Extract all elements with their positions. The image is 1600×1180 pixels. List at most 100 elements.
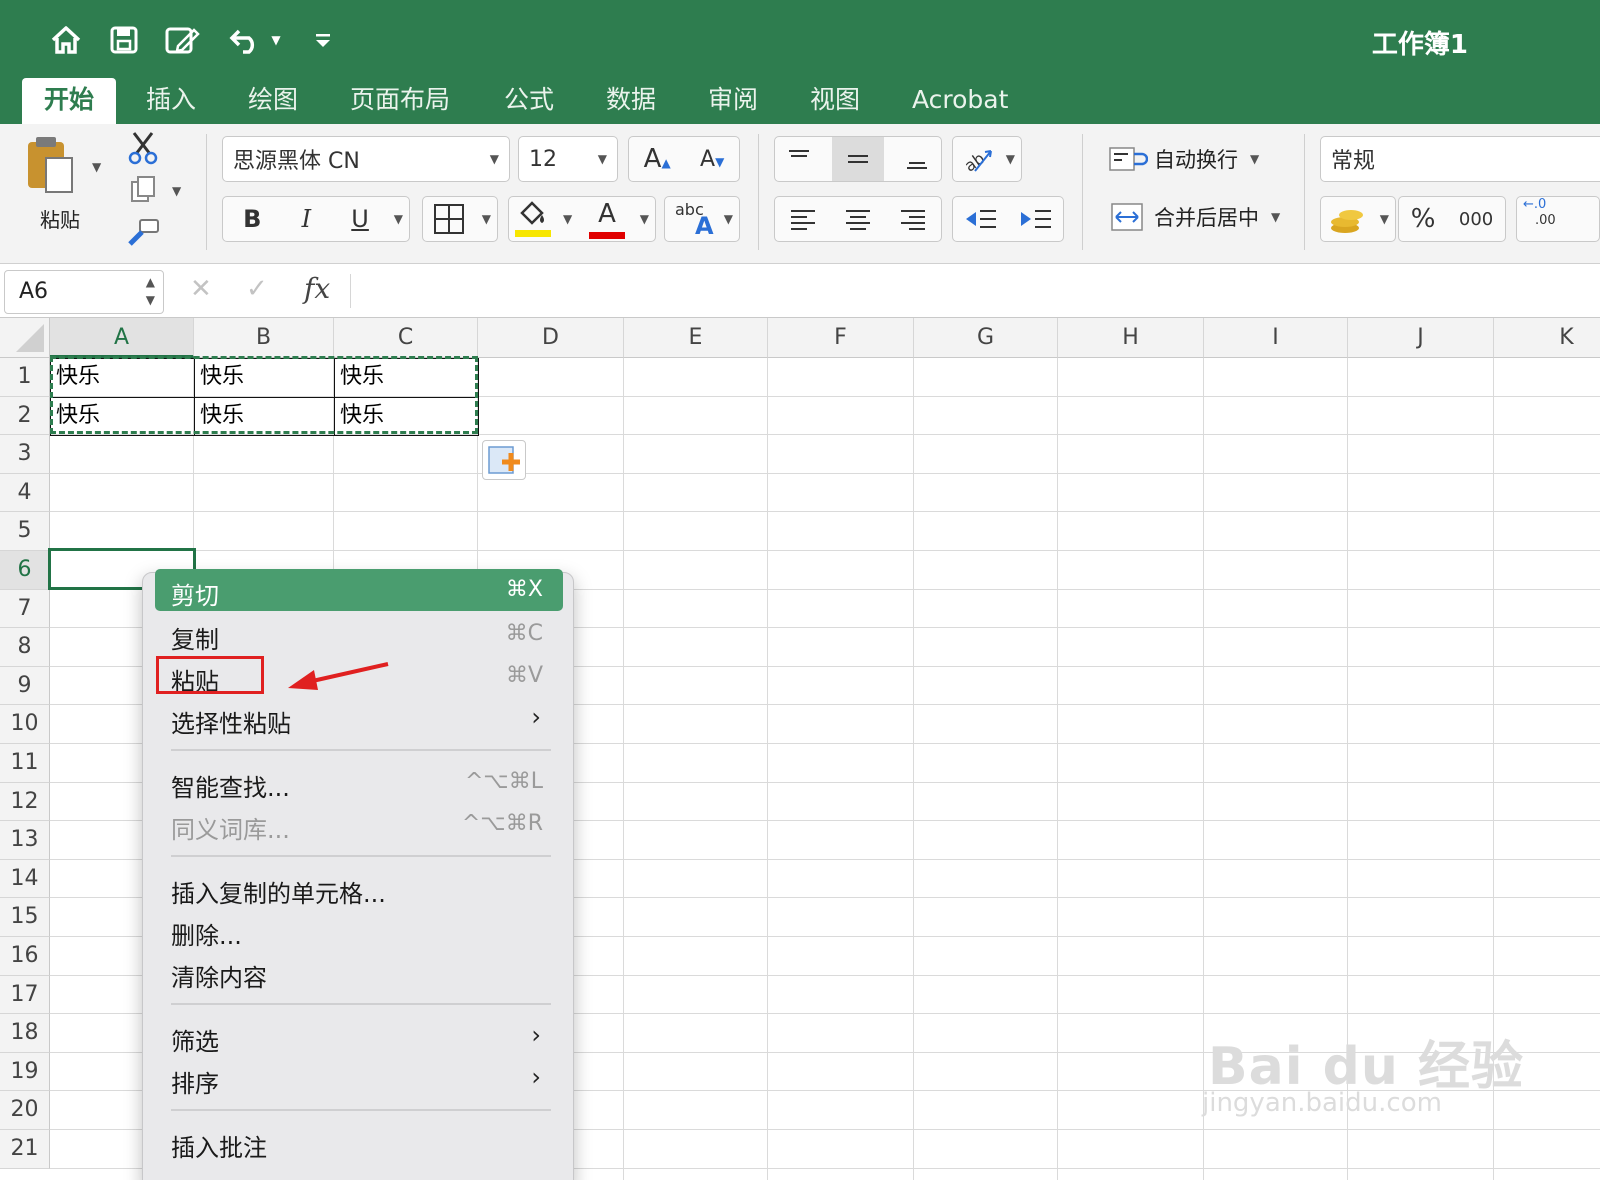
column-header-j[interactable]: J	[1348, 318, 1494, 358]
row-header-12[interactable]: 12	[0, 782, 50, 822]
tab-view[interactable]: 视图	[788, 78, 882, 124]
row-header-13[interactable]: 13	[0, 821, 50, 860]
column-header-f[interactable]: F	[768, 318, 914, 358]
menu-item-delete[interactable]: 删除...	[155, 909, 563, 951]
row-header-9[interactable]: 9	[0, 666, 50, 706]
home-icon[interactable]	[48, 22, 84, 58]
undo-dropdown-icon[interactable]: ▼	[266, 22, 286, 58]
menu-item-paste-special[interactable]: 选择性粘贴 ›	[155, 697, 563, 739]
column-header-b[interactable]: B	[194, 318, 334, 358]
function-icon[interactable]: fx	[304, 272, 330, 305]
align-right-icon[interactable]	[899, 208, 927, 230]
percent-button[interactable]: %	[1411, 204, 1436, 234]
font-name-select[interactable]: 思源黑体 CN ▼	[222, 136, 510, 182]
menu-item-copy[interactable]: 复制 ⌘C	[155, 613, 563, 655]
tab-insert[interactable]: 插入	[124, 78, 218, 124]
select-all-corner[interactable]	[0, 318, 50, 358]
column-header-e[interactable]: E	[624, 318, 768, 358]
decrease-indent-icon[interactable]	[964, 207, 998, 231]
underline-button[interactable]: U	[351, 205, 369, 233]
menu-item-thesaurus[interactable]: 同义词库... ^⌥⌘R	[155, 803, 563, 845]
row-header-3[interactable]: 3	[0, 435, 50, 474]
tab-data[interactable]: 数据	[584, 78, 678, 124]
menu-item-smart-lookup[interactable]: 智能查找... ^⌥⌘L	[155, 761, 563, 803]
orientation-dropdown-icon[interactable]: ▼	[1006, 152, 1015, 166]
row-header-5[interactable]: 5	[0, 512, 50, 551]
paste-options-button[interactable]	[482, 440, 526, 480]
menu-item-sort[interactable]: 排序 ›	[155, 1057, 563, 1099]
row-header-20[interactable]: 20	[0, 1091, 50, 1130]
column-header-i[interactable]: I	[1204, 318, 1348, 358]
text-effects-button[interactable]: abc A ▼	[664, 196, 740, 242]
tab-home[interactable]: 开始	[22, 78, 117, 124]
copy-dropdown-icon[interactable]: ▼	[172, 184, 181, 198]
orientation-button[interactable]: ab ▼	[952, 136, 1022, 182]
borders-dropdown-icon[interactable]: ▼	[482, 212, 491, 226]
tab-review[interactable]: 审阅	[686, 78, 780, 124]
shrink-font-button[interactable]: A▼	[700, 147, 724, 172]
tab-draw[interactable]: 绘图	[226, 78, 320, 124]
undo-icon[interactable]	[226, 22, 266, 58]
row-header-16[interactable]: 16	[0, 937, 50, 976]
tab-acrobat[interactable]: Acrobat	[890, 78, 1030, 124]
text-effects-dropdown-icon[interactable]: ▼	[724, 212, 733, 226]
bold-button[interactable]: B	[243, 205, 261, 233]
accounting-dropdown-icon[interactable]: ▼	[1380, 212, 1389, 226]
column-header-k[interactable]: K	[1494, 318, 1600, 358]
align-left-icon[interactable]	[789, 208, 817, 230]
align-center-icon[interactable]	[844, 208, 872, 230]
wrap-text-button[interactable]: 自动换行 ▼	[1108, 144, 1259, 174]
name-box-stepper-icon[interactable]: ▲ ▼	[146, 273, 155, 309]
row-header-10[interactable]: 10	[0, 705, 50, 744]
row-header-11[interactable]: 11	[0, 744, 50, 783]
cancel-icon[interactable]: ✕	[190, 274, 212, 304]
row-header-21[interactable]: 21	[0, 1130, 50, 1169]
menu-item-insert-comment[interactable]: 插入批注	[155, 1121, 563, 1163]
formula-input[interactable]	[360, 272, 1580, 310]
row-header-8[interactable]: 8	[0, 628, 50, 667]
italic-button[interactable]: I	[302, 205, 311, 233]
align-top-icon[interactable]	[785, 147, 813, 171]
fill-color-button[interactable]	[513, 199, 553, 239]
customize-toolbar-icon[interactable]	[308, 22, 338, 58]
fill-color-dropdown-icon[interactable]: ▼	[563, 212, 572, 226]
borders-button[interactable]: ▼	[422, 196, 498, 242]
menu-item-filter[interactable]: 筛选 ›	[155, 1015, 563, 1057]
font-color-dropdown-icon[interactable]: ▼	[640, 212, 649, 226]
wrap-text-dropdown-icon[interactable]: ▼	[1250, 152, 1259, 166]
column-header-d[interactable]: D	[478, 318, 624, 358]
thousands-button[interactable]: 000	[1459, 209, 1493, 230]
increase-indent-icon[interactable]	[1019, 207, 1053, 231]
row-header-1[interactable]: 1	[0, 358, 50, 397]
column-header-h[interactable]: H	[1058, 318, 1204, 358]
menu-item-cut[interactable]: 剪切 ⌘X	[155, 569, 563, 611]
row-header-2[interactable]: 2	[0, 396, 50, 436]
row-header-6[interactable]: 6	[0, 551, 50, 590]
font-name-dropdown-icon[interactable]: ▼	[490, 152, 499, 166]
copy-icon[interactable]	[128, 174, 158, 208]
edit-icon[interactable]	[164, 22, 200, 58]
name-box[interactable]: A6 ▲ ▼	[4, 270, 164, 314]
align-bottom-icon[interactable]	[903, 147, 931, 171]
row-header-18[interactable]: 18	[0, 1014, 50, 1053]
column-header-a[interactable]: A	[50, 318, 194, 358]
font-size-select[interactable]: 12 ▼	[518, 136, 618, 182]
save-icon[interactable]	[106, 22, 142, 58]
tab-formulas[interactable]: 公式	[482, 78, 576, 124]
row-header-7[interactable]: 7	[0, 589, 50, 629]
tab-page-layout[interactable]: 页面布局	[328, 78, 472, 124]
format-painter-icon[interactable]	[126, 218, 160, 252]
merge-center-dropdown-icon[interactable]: ▼	[1271, 210, 1280, 224]
column-header-c[interactable]: C	[334, 318, 478, 358]
paste-icon[interactable]	[22, 134, 82, 198]
menu-item-clear-contents[interactable]: 清除内容	[155, 951, 563, 993]
confirm-icon[interactable]: ✓	[246, 274, 268, 304]
merge-center-button[interactable]: 合并后居中 ▼	[1108, 202, 1280, 232]
row-header-4[interactable]: 4	[0, 473, 50, 513]
grow-font-button[interactable]: A▲	[644, 144, 671, 174]
column-header-g[interactable]: G	[914, 318, 1058, 358]
paste-dropdown-icon[interactable]: ▼	[92, 160, 101, 174]
number-format-select[interactable]: 常规	[1320, 136, 1600, 182]
font-color-button[interactable]: A	[587, 199, 627, 239]
accounting-format-button[interactable]: ▼	[1320, 196, 1396, 242]
